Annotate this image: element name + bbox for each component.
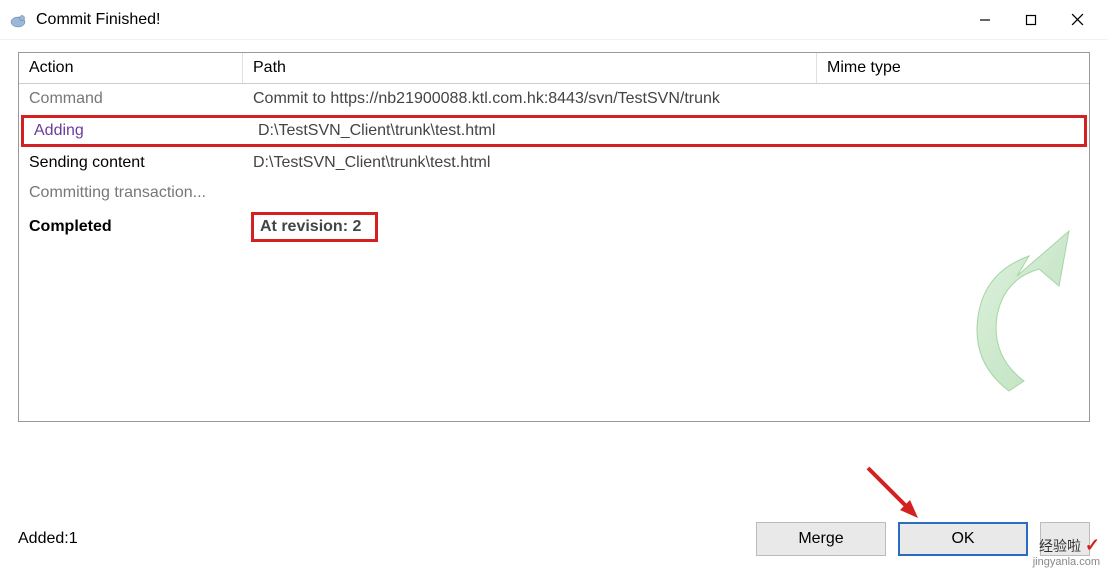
status-text: Added:1: [18, 530, 756, 548]
column-header-mime[interactable]: Mime type: [817, 53, 1089, 83]
annotation-arrow-icon: [858, 458, 928, 528]
cell-mime: [817, 189, 1089, 197]
log-table: Action Path Mime type Command Commit to …: [18, 52, 1090, 422]
cell-path: D:\TestSVN_Client\trunk\test.html: [248, 118, 822, 144]
watermark-brand: 经验啦: [1039, 538, 1081, 554]
cell-mime: [822, 127, 1084, 135]
column-header-path[interactable]: Path: [243, 53, 817, 83]
maximize-button[interactable]: [1008, 4, 1054, 36]
cell-path: Commit to https://nb21900088.ktl.com.hk:…: [243, 86, 817, 112]
content-area: Action Path Mime type Command Commit to …: [0, 40, 1108, 422]
cell-action: Adding: [24, 118, 248, 144]
cell-path: D:\TestSVN_Client\trunk\test.html: [243, 150, 817, 176]
cell-mime: [817, 95, 1089, 103]
cell-mime: [817, 159, 1089, 167]
ok-button[interactable]: OK: [898, 522, 1028, 556]
checkmark-icon: ✓: [1085, 535, 1100, 555]
table-header: Action Path Mime type: [19, 53, 1089, 84]
cell-action: Command: [19, 86, 243, 112]
cell-action: Committing transaction...: [19, 180, 243, 206]
tortoisesvn-icon: [8, 10, 28, 30]
footer: Added:1 Merge OK: [18, 522, 1090, 556]
cell-path: [243, 189, 817, 197]
titlebar: Commit Finished!: [0, 0, 1108, 40]
cell-path-highlighted: At revision: 2: [243, 208, 817, 246]
column-header-action[interactable]: Action: [19, 53, 243, 83]
window-controls: [962, 4, 1100, 36]
cell-action: Sending content: [19, 150, 243, 176]
table-row-highlighted[interactable]: Adding D:\TestSVN_Client\trunk\test.html: [21, 115, 1087, 147]
table-row[interactable]: Sending content D:\TestSVN_Client\trunk\…: [19, 148, 1089, 178]
watermark-curved-arrow-icon: [939, 221, 1079, 401]
close-button[interactable]: [1054, 4, 1100, 36]
watermark: 经验啦 ✓ jingyanla.com: [1033, 536, 1100, 568]
merge-button[interactable]: Merge: [756, 522, 886, 556]
cell-action: Completed: [19, 214, 243, 240]
table-row[interactable]: Command Commit to https://nb21900088.ktl…: [19, 84, 1089, 114]
revision-box: At revision: 2: [251, 212, 378, 242]
minimize-button[interactable]: [962, 4, 1008, 36]
table-row[interactable]: Committing transaction...: [19, 178, 1089, 208]
table-row[interactable]: Completed At revision: 2: [19, 208, 1089, 246]
watermark-url: jingyanla.com: [1033, 556, 1100, 568]
window-title: Commit Finished!: [36, 11, 962, 29]
